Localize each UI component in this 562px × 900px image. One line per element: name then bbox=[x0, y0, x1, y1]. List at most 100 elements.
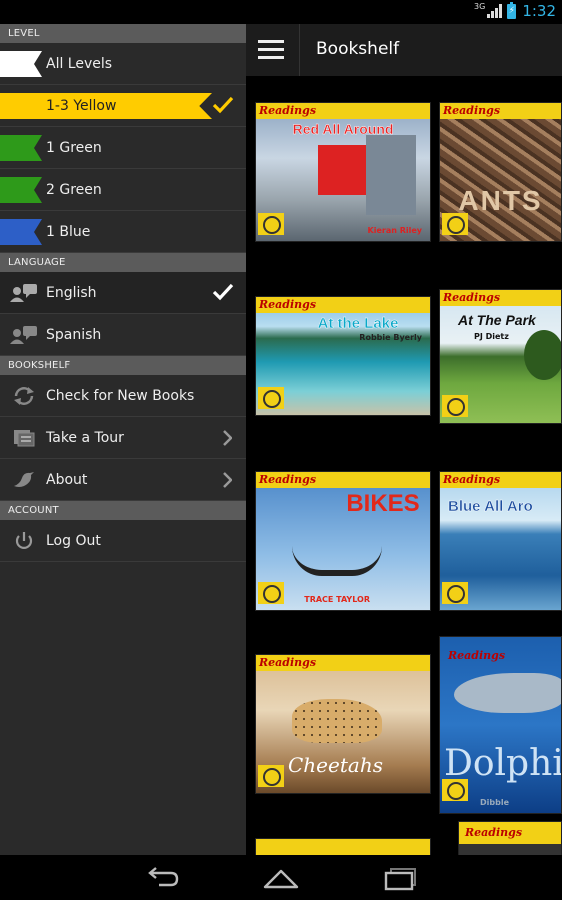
log-out-item[interactable]: Log Out bbox=[0, 520, 246, 562]
level-seal-icon bbox=[442, 395, 468, 417]
series-logo: Readings bbox=[443, 104, 501, 117]
book-title: Blue All Aro bbox=[448, 498, 533, 515]
about-item[interactable]: About bbox=[0, 459, 246, 501]
book-cover-dolphins[interactable]: Readings Dolphi Dibble bbox=[439, 636, 562, 814]
tree-art bbox=[524, 330, 561, 380]
series-logo: Readings bbox=[465, 826, 523, 839]
refresh-icon bbox=[14, 387, 34, 405]
take-a-tour-item[interactable]: Take a Tour bbox=[0, 417, 246, 459]
green-level-flag-icon bbox=[0, 177, 42, 203]
language-item-label: Spanish bbox=[46, 326, 102, 343]
book-title: Cheetahs bbox=[288, 753, 383, 777]
language-section-header: LANGUAGE bbox=[0, 253, 246, 272]
page-title: Bookshelf bbox=[316, 39, 400, 59]
book-cover-blue-all-around[interactable]: Readings Blue All Aro bbox=[439, 471, 562, 611]
blue-level-flag-icon bbox=[0, 219, 42, 245]
level-item-1-blue[interactable]: 1 Blue bbox=[0, 211, 246, 253]
level-seal-icon bbox=[442, 213, 468, 235]
level-seal-icon bbox=[442, 582, 468, 604]
book-cover-at-the-park[interactable]: Readings At The Park PJ Dietz bbox=[439, 289, 562, 424]
book-title: Red All Around bbox=[292, 121, 394, 137]
language-item-english[interactable]: English bbox=[0, 272, 246, 314]
book-cover-at-the-lake[interactable]: Readings At the Lake Robbie Byerly bbox=[255, 296, 431, 416]
book-cover-ants[interactable]: Readings ANTS bbox=[439, 102, 562, 242]
level-seal-icon bbox=[258, 582, 284, 604]
book-author: Dibble bbox=[480, 798, 510, 807]
power-icon bbox=[15, 532, 33, 549]
back-icon[interactable] bbox=[141, 865, 181, 891]
level-seal-icon bbox=[258, 387, 284, 409]
tour-icon bbox=[14, 430, 35, 447]
system-navigation-bar bbox=[0, 855, 562, 900]
level-item-label: 1 Green bbox=[46, 139, 102, 156]
book-author: Kieran Riley bbox=[367, 226, 422, 235]
book-title: At The Park bbox=[458, 312, 536, 328]
signal-icon bbox=[487, 4, 503, 18]
status-bar: 3G ⚡ 1:32 bbox=[0, 0, 562, 24]
level-item-1-green[interactable]: 1 Green bbox=[0, 127, 246, 169]
level-item-2-green[interactable]: 2 Green bbox=[0, 169, 246, 211]
navigation-drawer: LEVEL All Levels 1-3 Yellow 1 Green 2 Gr… bbox=[0, 24, 246, 855]
check-for-new-books-item[interactable]: Check for New Books bbox=[0, 375, 246, 417]
level-item-1-3-yellow[interactable]: 1-3 Yellow bbox=[0, 85, 246, 127]
checkmark-icon bbox=[212, 96, 234, 114]
level-section-header: LEVEL bbox=[0, 24, 246, 43]
language-item-spanish[interactable]: Spanish bbox=[0, 314, 246, 356]
series-logo: Readings bbox=[443, 473, 501, 486]
level-item-label: 2 Green bbox=[46, 181, 102, 198]
log-out-label: Log Out bbox=[46, 532, 101, 549]
chevron-right-icon bbox=[223, 472, 232, 488]
dolphin-art bbox=[454, 673, 561, 713]
green-level-flag-icon bbox=[0, 135, 42, 161]
book-author: PJ Dietz bbox=[474, 332, 509, 341]
cheetah-art bbox=[292, 699, 382, 743]
level-seal-icon bbox=[442, 779, 468, 801]
series-logo: Readings bbox=[443, 291, 501, 304]
speech-person-icon bbox=[10, 284, 37, 302]
series-logo: Readings bbox=[448, 649, 506, 662]
series-logo: Readings bbox=[259, 298, 317, 311]
status-icons: 3G ⚡ 1:32 bbox=[474, 1, 556, 20]
bookshelf-section-header: BOOKSHELF bbox=[0, 356, 246, 375]
book-cover-partial-right[interactable]: Readings bbox=[458, 821, 562, 855]
account-section-header: ACCOUNT bbox=[0, 501, 246, 520]
home-icon[interactable] bbox=[261, 865, 301, 891]
recent-apps-icon[interactable] bbox=[381, 865, 421, 891]
book-cover-cheetahs[interactable]: Readings Cheetahs bbox=[255, 654, 431, 794]
level-seal-icon bbox=[258, 765, 284, 787]
language-item-label: English bbox=[46, 284, 97, 301]
action-bar-divider bbox=[299, 24, 300, 76]
book-cover-bikes[interactable]: Readings BIKES TRACE TAYLOR bbox=[255, 471, 431, 611]
book-author: Robbie Byerly bbox=[359, 333, 422, 342]
white-level-flag-icon bbox=[0, 51, 42, 77]
checkmark-icon bbox=[212, 283, 234, 301]
series-logo: Readings bbox=[259, 656, 317, 669]
building-art bbox=[366, 135, 416, 215]
bookshelf-grid: Readings Red All Around Kieran Riley Rea… bbox=[246, 76, 562, 855]
book-author: TRACE TAYLOR bbox=[304, 595, 370, 604]
battery-icon: ⚡ bbox=[507, 1, 517, 19]
check-for-new-books-label: Check for New Books bbox=[46, 387, 195, 404]
network-type-label: 3G bbox=[474, 1, 486, 11]
level-item-label: 1-3 Yellow bbox=[46, 97, 117, 114]
level-item-label: All Levels bbox=[46, 55, 113, 72]
action-bar: Bookshelf bbox=[246, 24, 562, 76]
book-title: At the Lake bbox=[317, 315, 399, 332]
take-a-tour-label: Take a Tour bbox=[46, 429, 124, 446]
hamburger-menu-icon[interactable] bbox=[258, 38, 286, 60]
motorbike-art bbox=[292, 532, 382, 576]
bird-icon bbox=[14, 472, 34, 487]
book-cover-partial-left[interactable] bbox=[255, 838, 431, 855]
level-item-all-levels[interactable]: All Levels bbox=[0, 43, 246, 85]
level-item-label: 1 Blue bbox=[46, 223, 91, 240]
sculpture-art bbox=[318, 145, 366, 195]
chevron-right-icon bbox=[223, 430, 232, 446]
speech-person-icon bbox=[10, 326, 37, 344]
book-cover-red-all-around[interactable]: Readings Red All Around Kieran Riley bbox=[255, 102, 431, 242]
series-logo: Readings bbox=[259, 104, 317, 117]
series-logo: Readings bbox=[259, 473, 317, 486]
book-title: BIKES bbox=[346, 490, 420, 517]
clock: 1:32 bbox=[522, 2, 556, 20]
book-title: Dolphi bbox=[444, 743, 562, 784]
about-label: About bbox=[46, 471, 88, 488]
